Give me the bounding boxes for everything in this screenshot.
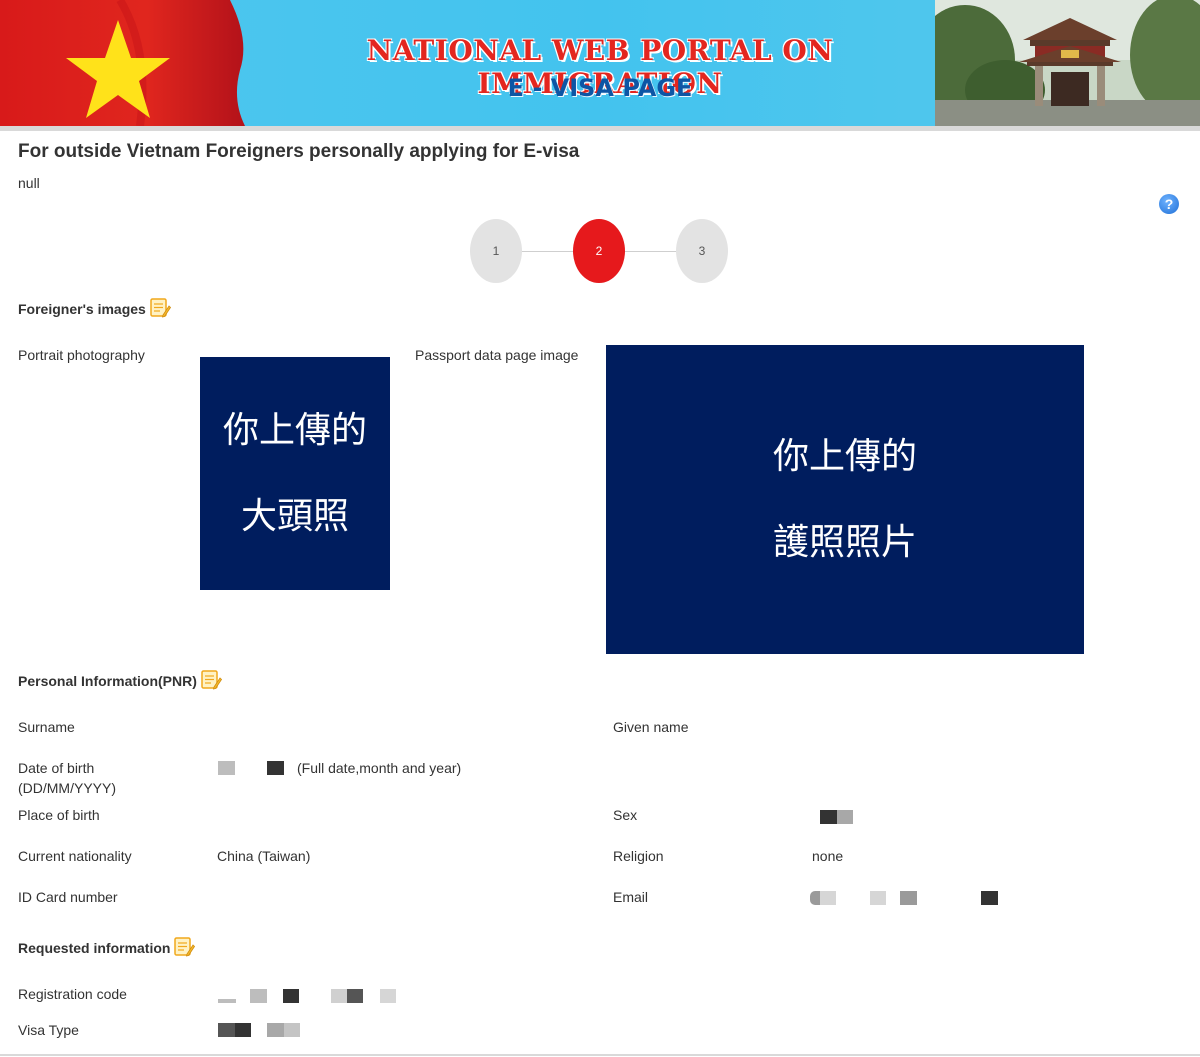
section-foreigner-images: Foreigner's images <box>18 298 171 318</box>
edit-icon[interactable] <box>201 670 222 690</box>
portrait-text-line2: 大頭照 <box>240 495 349 537</box>
section-title-text: Requested information <box>18 940 171 956</box>
null-text: null <box>18 175 40 191</box>
visa-type-redacted <box>218 1023 300 1037</box>
step-1[interactable]: 1 <box>470 219 522 283</box>
section-title-text: Foreigner's images <box>18 301 146 317</box>
bottom-divider <box>0 1054 1200 1056</box>
visa-type-label: Visa Type <box>18 1022 79 1038</box>
email-value-redacted <box>810 891 998 905</box>
passport-text-line1: 你上傳的 <box>772 435 917 477</box>
given-name-label: Given name <box>613 719 689 735</box>
registration-code-redacted <box>218 989 396 1003</box>
help-icon[interactable]: ? <box>1159 194 1179 214</box>
section-title-text: Personal Information(PNR) <box>18 673 197 689</box>
banner-subtitle: E - VISA PAGE <box>507 74 693 102</box>
portrait-text-line1: 你上傳的 <box>222 409 367 451</box>
registration-code-label: Registration code <box>18 986 127 1002</box>
stepper-connector <box>522 251 574 252</box>
passport-text-line2: 護照照片 <box>772 521 917 563</box>
header-banner: NATIONAL WEB PORTAL ON IMMIGRATION E - V… <box>0 0 1200 126</box>
sex-label: Sex <box>613 807 638 823</box>
edit-icon[interactable] <box>174 937 196 957</box>
passport-label: Passport data page image <box>415 347 579 363</box>
vietnam-flag-image <box>0 0 245 126</box>
nationality-value: China (Taiwan) <box>217 848 311 864</box>
temple-image <box>935 0 1200 126</box>
nationality-label: Current nationality <box>18 848 132 864</box>
sex-value-redacted <box>820 810 853 824</box>
section-requested-information: Requested information <box>18 937 196 957</box>
religion-label: Religion <box>613 848 664 864</box>
place-of-birth-label: Place of birth <box>18 807 100 823</box>
id-card-label: ID Card number <box>18 889 118 905</box>
page-title: For outside Vietnam Foreigners personall… <box>18 141 580 162</box>
stepper-connector <box>625 251 677 252</box>
step-3[interactable]: 3 <box>676 219 728 283</box>
religion-value: none <box>812 848 844 864</box>
email-label: Email <box>613 889 649 905</box>
step-2-active[interactable]: 2 <box>573 219 625 283</box>
edit-icon[interactable] <box>150 298 171 318</box>
dob-label: Date of birth <box>18 760 95 776</box>
dob-format-label: (DD/MM/YYYY) <box>18 780 116 796</box>
progress-stepper: 1 2 3 <box>470 219 730 285</box>
portrait-photo[interactable]: 你上傳的 大頭照 <box>200 357 390 590</box>
dob-hint: (Full date,month and year) <box>297 760 462 776</box>
section-personal-information: Personal Information(PNR) <box>18 670 222 690</box>
passport-photo[interactable]: 你上傳的 護照照片 <box>606 345 1084 654</box>
surname-label: Surname <box>18 719 75 735</box>
portrait-label: Portrait photography <box>18 347 145 363</box>
banner-divider <box>0 126 1200 131</box>
dob-value-redacted <box>218 761 284 775</box>
